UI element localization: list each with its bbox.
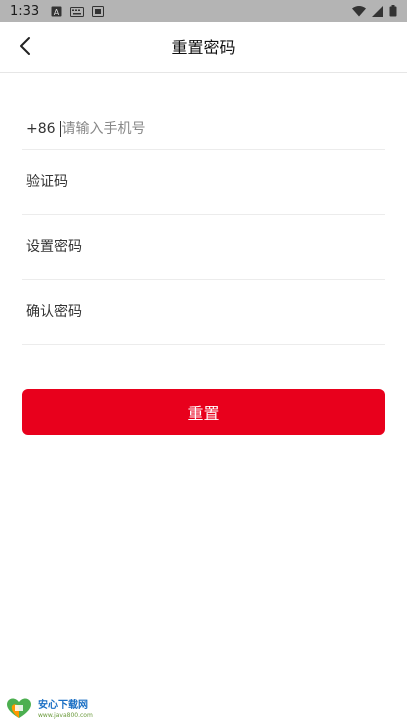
status-left-icons: A xyxy=(51,2,105,21)
chevron-left-icon xyxy=(19,36,31,60)
watermark-text: 安心下载网 www.java800.com xyxy=(38,701,93,719)
nav-bar: 重置密码 xyxy=(0,22,407,73)
sim-card-icon xyxy=(92,2,105,21)
svg-text:A: A xyxy=(54,8,60,17)
phone-row: +86 xyxy=(22,108,385,150)
set-password-row xyxy=(22,215,385,280)
status-right-icons xyxy=(352,2,397,21)
watermark-subtitle: www.java800.com xyxy=(38,712,93,719)
status-time: 1:33 xyxy=(10,3,40,19)
watermark-logo-icon xyxy=(4,696,34,723)
phone-input[interactable] xyxy=(61,120,385,137)
watermark-title: 安心下载网 xyxy=(38,700,88,711)
reset-button[interactable]: 重置 xyxy=(22,389,385,435)
verification-code-row xyxy=(22,150,385,215)
page-title: 重置密码 xyxy=(171,38,236,57)
watermark: 安心下载网 www.java800.com xyxy=(4,696,93,723)
verification-code-input[interactable] xyxy=(26,174,385,190)
status-bar: 1:33 A xyxy=(0,0,407,22)
a-letter-icon: A xyxy=(51,2,62,21)
wifi-icon xyxy=(352,2,366,21)
country-code[interactable]: +86 xyxy=(26,121,56,137)
confirm-password-row xyxy=(22,280,385,345)
signal-icon xyxy=(372,2,383,21)
set-password-input[interactable] xyxy=(26,239,385,255)
reset-password-form: +86 xyxy=(22,108,385,345)
battery-icon xyxy=(389,2,397,21)
confirm-password-input[interactable] xyxy=(26,304,385,320)
text-cursor xyxy=(59,120,61,137)
back-button[interactable] xyxy=(10,34,40,62)
keyboard-icon xyxy=(70,2,85,21)
